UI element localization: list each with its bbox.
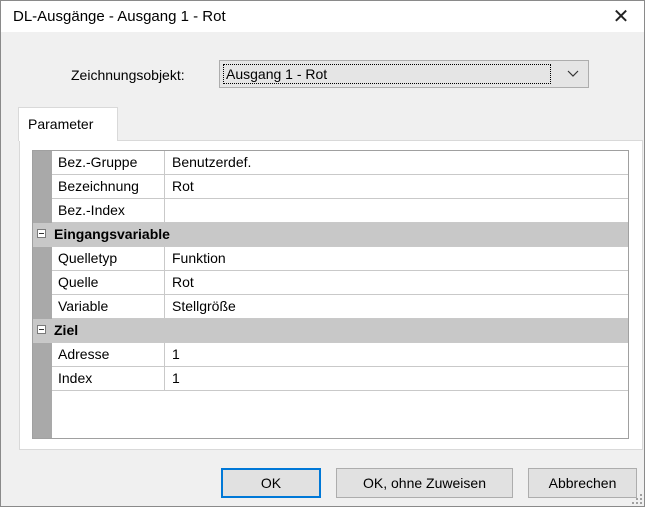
window-title: DL-Ausgänge - Ausgang 1 - Rot	[13, 8, 226, 25]
property-value[interactable]: Stellgröße	[165, 295, 635, 318]
property-value[interactable]: 1	[165, 367, 635, 390]
property-grid: Bez.-Gruppe Benutzerdef. Bezeichnung Rot…	[32, 150, 629, 439]
close-button[interactable]: ✕	[598, 1, 644, 32]
property-row[interactable]: Adresse 1	[52, 343, 628, 367]
property-name: Index	[52, 367, 165, 390]
property-name: Bez.-Index	[52, 199, 165, 222]
drawing-object-select[interactable]: Ausgang 1 - Rot	[219, 60, 589, 88]
drawing-object-row: Zeichnungsobjekt: Ausgang 1 - Rot	[1, 58, 644, 90]
property-name: Quelletyp	[52, 247, 165, 270]
dialog-window: DL-Ausgänge - Ausgang 1 - Rot ✕ Zeichnun…	[0, 0, 645, 507]
category-label: Eingangsvariable	[54, 226, 170, 242]
drawing-object-label: Zeichnungsobjekt:	[71, 67, 185, 83]
property-name: Bez.-Gruppe	[52, 151, 165, 174]
property-value[interactable]: Funktion	[165, 247, 635, 270]
category-row-ziel[interactable]: Ziel	[33, 319, 628, 343]
property-row[interactable]: Bez.-Gruppe Benutzerdef.	[52, 151, 628, 175]
cancel-button[interactable]: Abbrechen	[528, 468, 637, 498]
resize-grip-icon[interactable]	[632, 494, 642, 504]
chevron-down-icon[interactable]	[558, 61, 588, 87]
category-row-eingangsvariable[interactable]: Eingangsvariable	[33, 223, 628, 247]
property-name: Quelle	[52, 271, 165, 294]
property-row[interactable]: Quelletyp Funktion	[52, 247, 628, 271]
close-icon: ✕	[612, 6, 630, 28]
property-value[interactable]: Rot	[165, 271, 635, 294]
property-row[interactable]: Bez.-Index	[52, 199, 628, 223]
property-row[interactable]: Variable Stellgröße	[52, 295, 628, 319]
tab-parameter[interactable]: Parameter	[18, 107, 118, 141]
collapse-icon[interactable]	[37, 325, 46, 334]
ok-button[interactable]: OK	[221, 468, 321, 498]
tab-parameter-label: Parameter	[28, 116, 94, 132]
property-name: Bezeichnung	[52, 175, 165, 198]
collapse-icon[interactable]	[37, 229, 46, 238]
property-row[interactable]: Index 1	[52, 367, 628, 391]
category-label: Ziel	[54, 322, 79, 338]
property-value[interactable]: Rot	[165, 175, 635, 198]
ok-no-assign-button[interactable]: OK, ohne Zuweisen	[336, 468, 513, 498]
property-value[interactable]: 1	[165, 343, 635, 366]
property-value[interactable]: Benutzerdef.	[165, 151, 635, 174]
property-row[interactable]: Quelle Rot	[52, 271, 628, 295]
property-name: Adresse	[52, 343, 165, 366]
property-name: Variable	[52, 295, 165, 318]
title-bar: DL-Ausgänge - Ausgang 1 - Rot ✕	[1, 1, 644, 32]
property-grid-gutter	[33, 151, 52, 438]
property-row[interactable]: Bezeichnung Rot	[52, 175, 628, 199]
property-value[interactable]	[165, 199, 635, 222]
drawing-object-value: Ausgang 1 - Rot	[223, 64, 551, 84]
